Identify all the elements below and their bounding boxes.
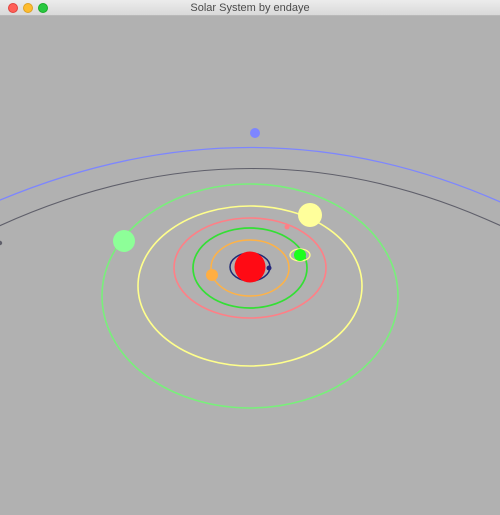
window-title: Solar System by endaye [190,2,310,14]
planet-navy[interactable] [266,265,272,271]
planet-green-ring-body[interactable] [294,249,306,261]
window-titlebar[interactable]: Solar System by endaye [0,0,500,16]
solar-system-canvas[interactable] [0,16,500,515]
planet-pink[interactable] [284,224,290,230]
planet-orange[interactable] [206,269,218,281]
solar-system-window: Solar System by endaye [0,0,500,515]
sun[interactable] [234,251,266,283]
planet-blue[interactable] [250,128,260,138]
planet-green[interactable] [113,230,135,252]
planet-yellow[interactable] [298,203,322,227]
